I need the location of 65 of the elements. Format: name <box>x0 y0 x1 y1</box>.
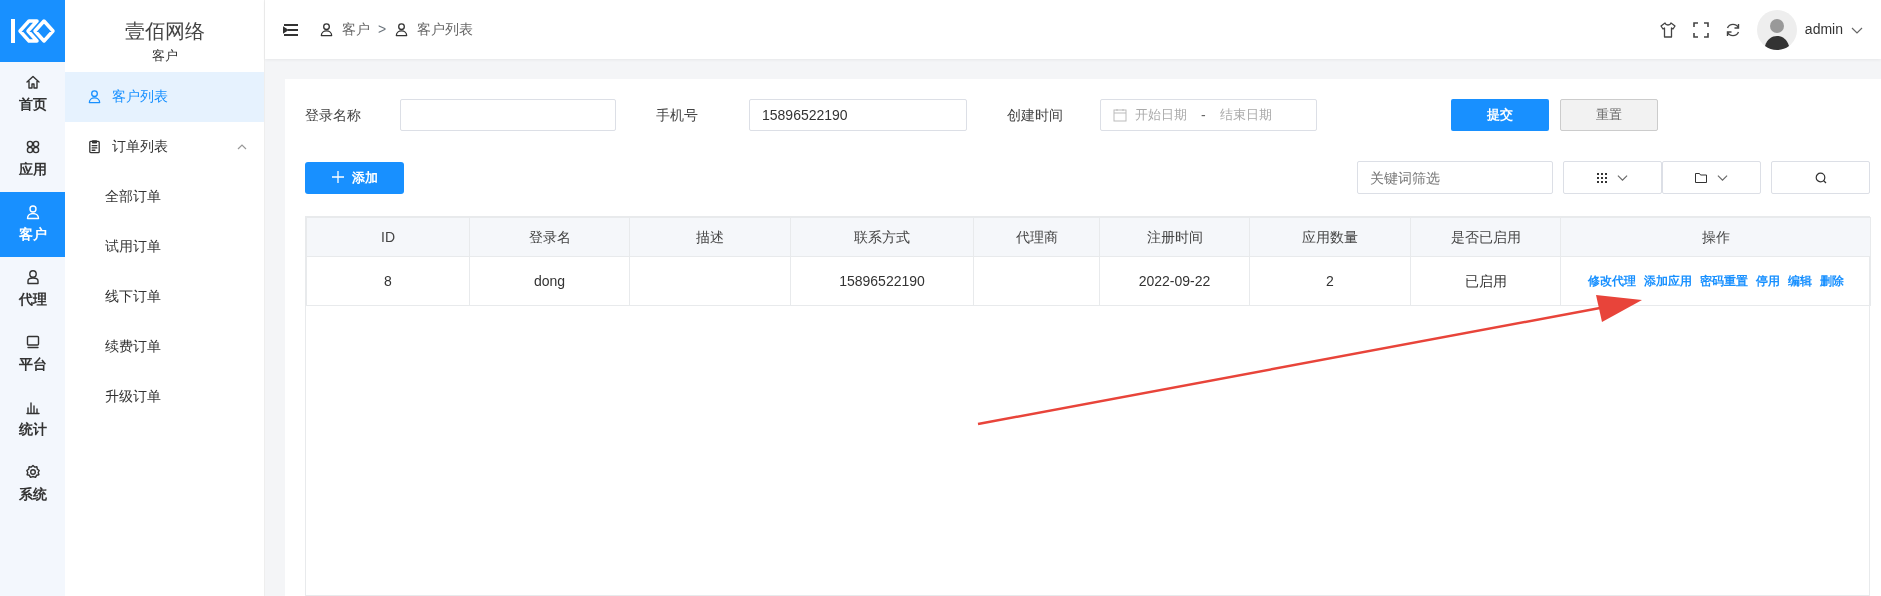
column-header: 注册时间 <box>1099 217 1250 257</box>
field-label: 创建时间 <box>1007 105 1064 125</box>
nav-item[interactable]: 统计 <box>0 387 65 452</box>
monitor-icon <box>24 334 41 350</box>
table-cell: 8 <box>306 256 470 306</box>
search-icon <box>1814 171 1827 184</box>
nav-item[interactable]: 首页 <box>0 62 65 127</box>
caret-down-icon <box>1617 172 1628 183</box>
username[interactable]: admin <box>1804 19 1843 40</box>
field-label: 手机号 <box>656 105 699 125</box>
column-header: 登录名 <box>469 217 630 257</box>
input-field[interactable]: 15896522190 <box>749 99 967 131</box>
field-label: 登录名称 <box>305 105 362 125</box>
nav-item[interactable]: 系统 <box>0 452 65 517</box>
table-cell: 2022-09-22 <box>1099 256 1250 306</box>
gear-icon <box>24 464 41 480</box>
tshirt-icon[interactable] <box>1658 20 1677 39</box>
grid-icon <box>1597 172 1607 183</box>
column-header: 操作 <box>1560 217 1871 257</box>
column-header: 是否已启用 <box>1410 217 1561 257</box>
date-range-field[interactable]: 开始日期 - 结束日期 <box>1100 99 1317 131</box>
caret-down-icon <box>1717 172 1728 183</box>
user-icon <box>87 89 102 104</box>
user-icon <box>394 22 410 37</box>
menu-icon[interactable] <box>283 22 299 37</box>
table-cell: 2 <box>1249 256 1411 306</box>
avatar-icon[interactable] <box>1756 9 1797 50</box>
refresh-icon[interactable] <box>1724 21 1741 38</box>
reset-button[interactable]: 重置 <box>1560 99 1658 131</box>
submenu-item[interactable]: 线下订单 <box>65 271 264 322</box>
column-header: 描述 <box>629 217 791 257</box>
person-icon <box>24 269 41 285</box>
plus-icon <box>331 170 344 183</box>
folder-icon <box>1695 172 1707 183</box>
submenu-item[interactable]: 续费订单 <box>65 321 264 372</box>
home-icon <box>24 74 41 90</box>
brand-title: 壹佰网络 <box>123 19 206 44</box>
calendar-icon <box>1113 108 1127 122</box>
table-cell: 15896522190 <box>790 256 974 306</box>
breadcrumb-item[interactable]: 客户 <box>342 19 370 40</box>
column-header: ID <box>306 217 470 257</box>
table-cell: dong <box>469 256 630 306</box>
submenu-item[interactable]: 全部订单 <box>65 171 264 222</box>
input-field[interactable] <box>400 99 616 131</box>
breadcrumb-separator: > <box>378 20 387 39</box>
breadcrumb-item[interactable]: 客户列表 <box>417 19 474 40</box>
nav-item[interactable]: 应用 <box>0 127 65 192</box>
nav-item[interactable]: 平台 <box>0 322 65 387</box>
four-circles-icon <box>24 139 41 155</box>
column-header: 联系方式 <box>790 217 974 257</box>
logo-icon <box>9 16 56 46</box>
user-icon <box>319 22 334 37</box>
menu-item[interactable]: 订单列表 <box>65 121 264 172</box>
submenu-item[interactable]: 升级订单 <box>65 371 264 422</box>
submenu-item[interactable]: 试用订单 <box>65 221 264 272</box>
section-title: 客户 <box>151 48 178 63</box>
search-field[interactable]: 关键词筛选 <box>1357 161 1553 194</box>
nav-item[interactable]: 代理 <box>0 257 65 322</box>
fullscreen-icon[interactable] <box>1692 21 1709 38</box>
table-cell: 已启用 <box>1410 256 1561 306</box>
column-header: 代理商 <box>973 217 1100 257</box>
column-header: 应用数量 <box>1249 217 1411 257</box>
clipboard-icon <box>87 139 102 154</box>
bar-chart-icon <box>24 399 41 415</box>
user-icon <box>24 204 41 220</box>
